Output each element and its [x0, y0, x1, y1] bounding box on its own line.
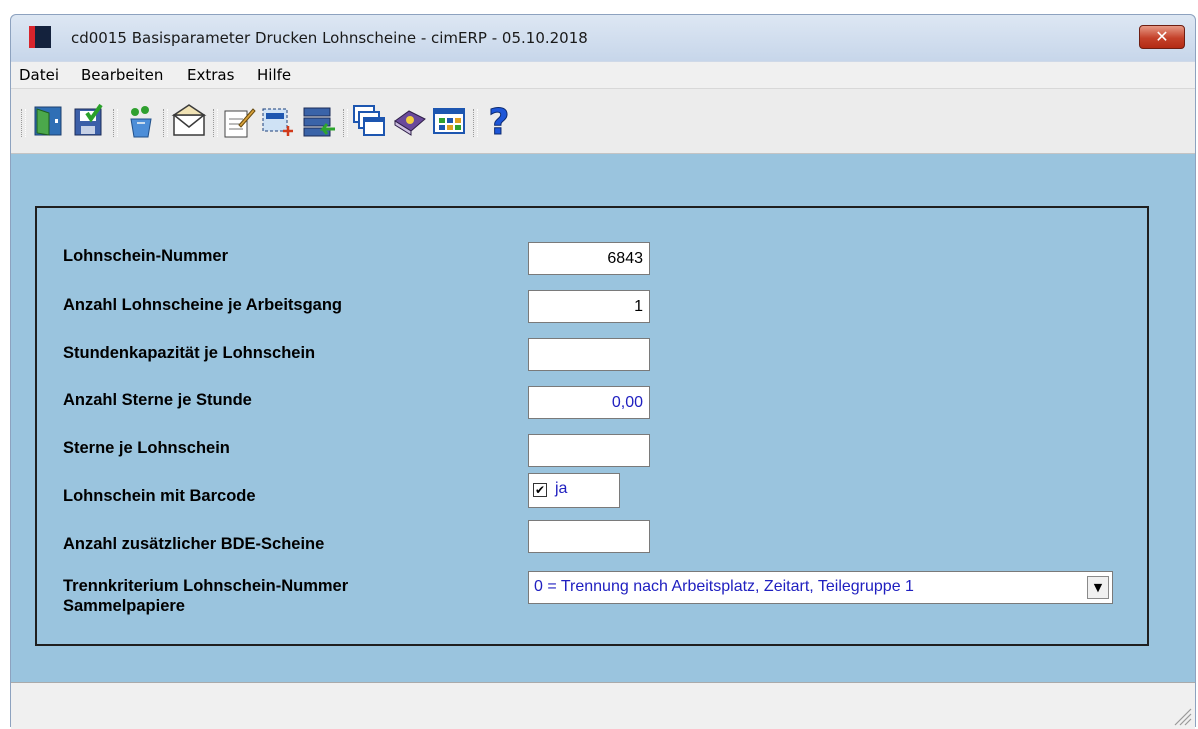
toolbar-separator: [113, 109, 118, 137]
select-area-icon[interactable]: [259, 103, 295, 139]
anzahl-lohnscheine-field[interactable]: 1: [528, 290, 650, 323]
label-anzahl-sterne: Anzahl Sterne je Stunde: [63, 391, 252, 409]
label-stundenkapazitaet: Stundenkapazität je Lohnschein: [63, 344, 316, 362]
toolbar-separator: [343, 109, 348, 137]
table-icon[interactable]: [431, 103, 467, 139]
toolbar-grip: [21, 109, 26, 137]
trennkriterium-dropdown[interactable]: 0 = Trennung nach Arbeitsplatz, Zeitart,…: [528, 571, 1113, 604]
stundenkapazitaet-field[interactable]: [528, 338, 650, 371]
label-barcode: Lohnschein mit Barcode: [63, 487, 256, 505]
menu-datei[interactable]: Datei: [19, 66, 59, 84]
toolbar: ?: [11, 89, 1195, 154]
save-icon[interactable]: [71, 103, 107, 139]
label-sammelpapiere: Sammelpapiere: [63, 597, 185, 615]
main-window: cd0015 Basisparameter Drucken Lohnschein…: [10, 14, 1196, 729]
bde-scheine-field[interactable]: [528, 520, 650, 553]
label-trennkriterium: Trennkriterium Lohnschein-Nummer: [63, 577, 349, 595]
help-icon[interactable]: ?: [481, 102, 517, 144]
toolbar-separator: [163, 109, 168, 137]
anzahl-sterne-field[interactable]: 0,00: [528, 386, 650, 419]
label-anzahl-lohnscheine: Anzahl Lohnscheine je Arbeitsgang: [63, 296, 343, 314]
status-bar: [11, 682, 1195, 729]
mail-icon[interactable]: [171, 103, 207, 139]
recycle-icon[interactable]: [123, 103, 159, 139]
exit-icon[interactable]: [31, 103, 67, 139]
window-title: cd0015 Basisparameter Drucken Lohnschein…: [71, 29, 588, 47]
resize-grip-icon[interactable]: [1171, 705, 1193, 727]
barcode-checkbox-label: ja: [555, 480, 568, 497]
toolbar-separator: [213, 109, 218, 137]
toolbar-separator: [473, 109, 478, 137]
menu-bar: Datei Bearbeiten Extras Hilfe: [11, 62, 1195, 89]
barcode-checkbox-field[interactable]: ✔ ja: [528, 473, 620, 508]
transfer-icon[interactable]: [301, 103, 337, 139]
dropdown-arrow-icon[interactable]: ▼: [1087, 576, 1109, 599]
form-area: Lohnschein-Nummer 6843 Anzahl Lohnschein…: [11, 154, 1195, 682]
lohnschein-nummer-field[interactable]: 6843: [528, 242, 650, 275]
label-bde-scheine: Anzahl zusätzlicher BDE-Scheine: [63, 535, 325, 553]
edit-document-icon[interactable]: [221, 103, 257, 139]
app-icon: [29, 26, 51, 48]
trennkriterium-value: 0 = Trennung nach Arbeitsplatz, Zeitart,…: [534, 578, 914, 595]
label-lohnschein-nummer: Lohnschein-Nummer: [63, 247, 229, 265]
close-button[interactable]: ✕: [1139, 25, 1185, 49]
barcode-checkbox[interactable]: ✔: [533, 483, 547, 497]
menu-extras[interactable]: Extras: [187, 66, 234, 84]
sterne-je-lohnschein-field[interactable]: [528, 434, 650, 467]
menu-hilfe[interactable]: Hilfe: [257, 66, 291, 84]
svg-text:?: ?: [489, 103, 510, 139]
windows-icon[interactable]: [351, 103, 387, 139]
menu-bearbeiten[interactable]: Bearbeiten: [81, 66, 163, 84]
title-bar[interactable]: cd0015 Basisparameter Drucken Lohnschein…: [11, 15, 1195, 61]
label-sterne-je-lohnschein: Sterne je Lohnschein: [63, 439, 230, 457]
book-icon[interactable]: [391, 103, 427, 139]
